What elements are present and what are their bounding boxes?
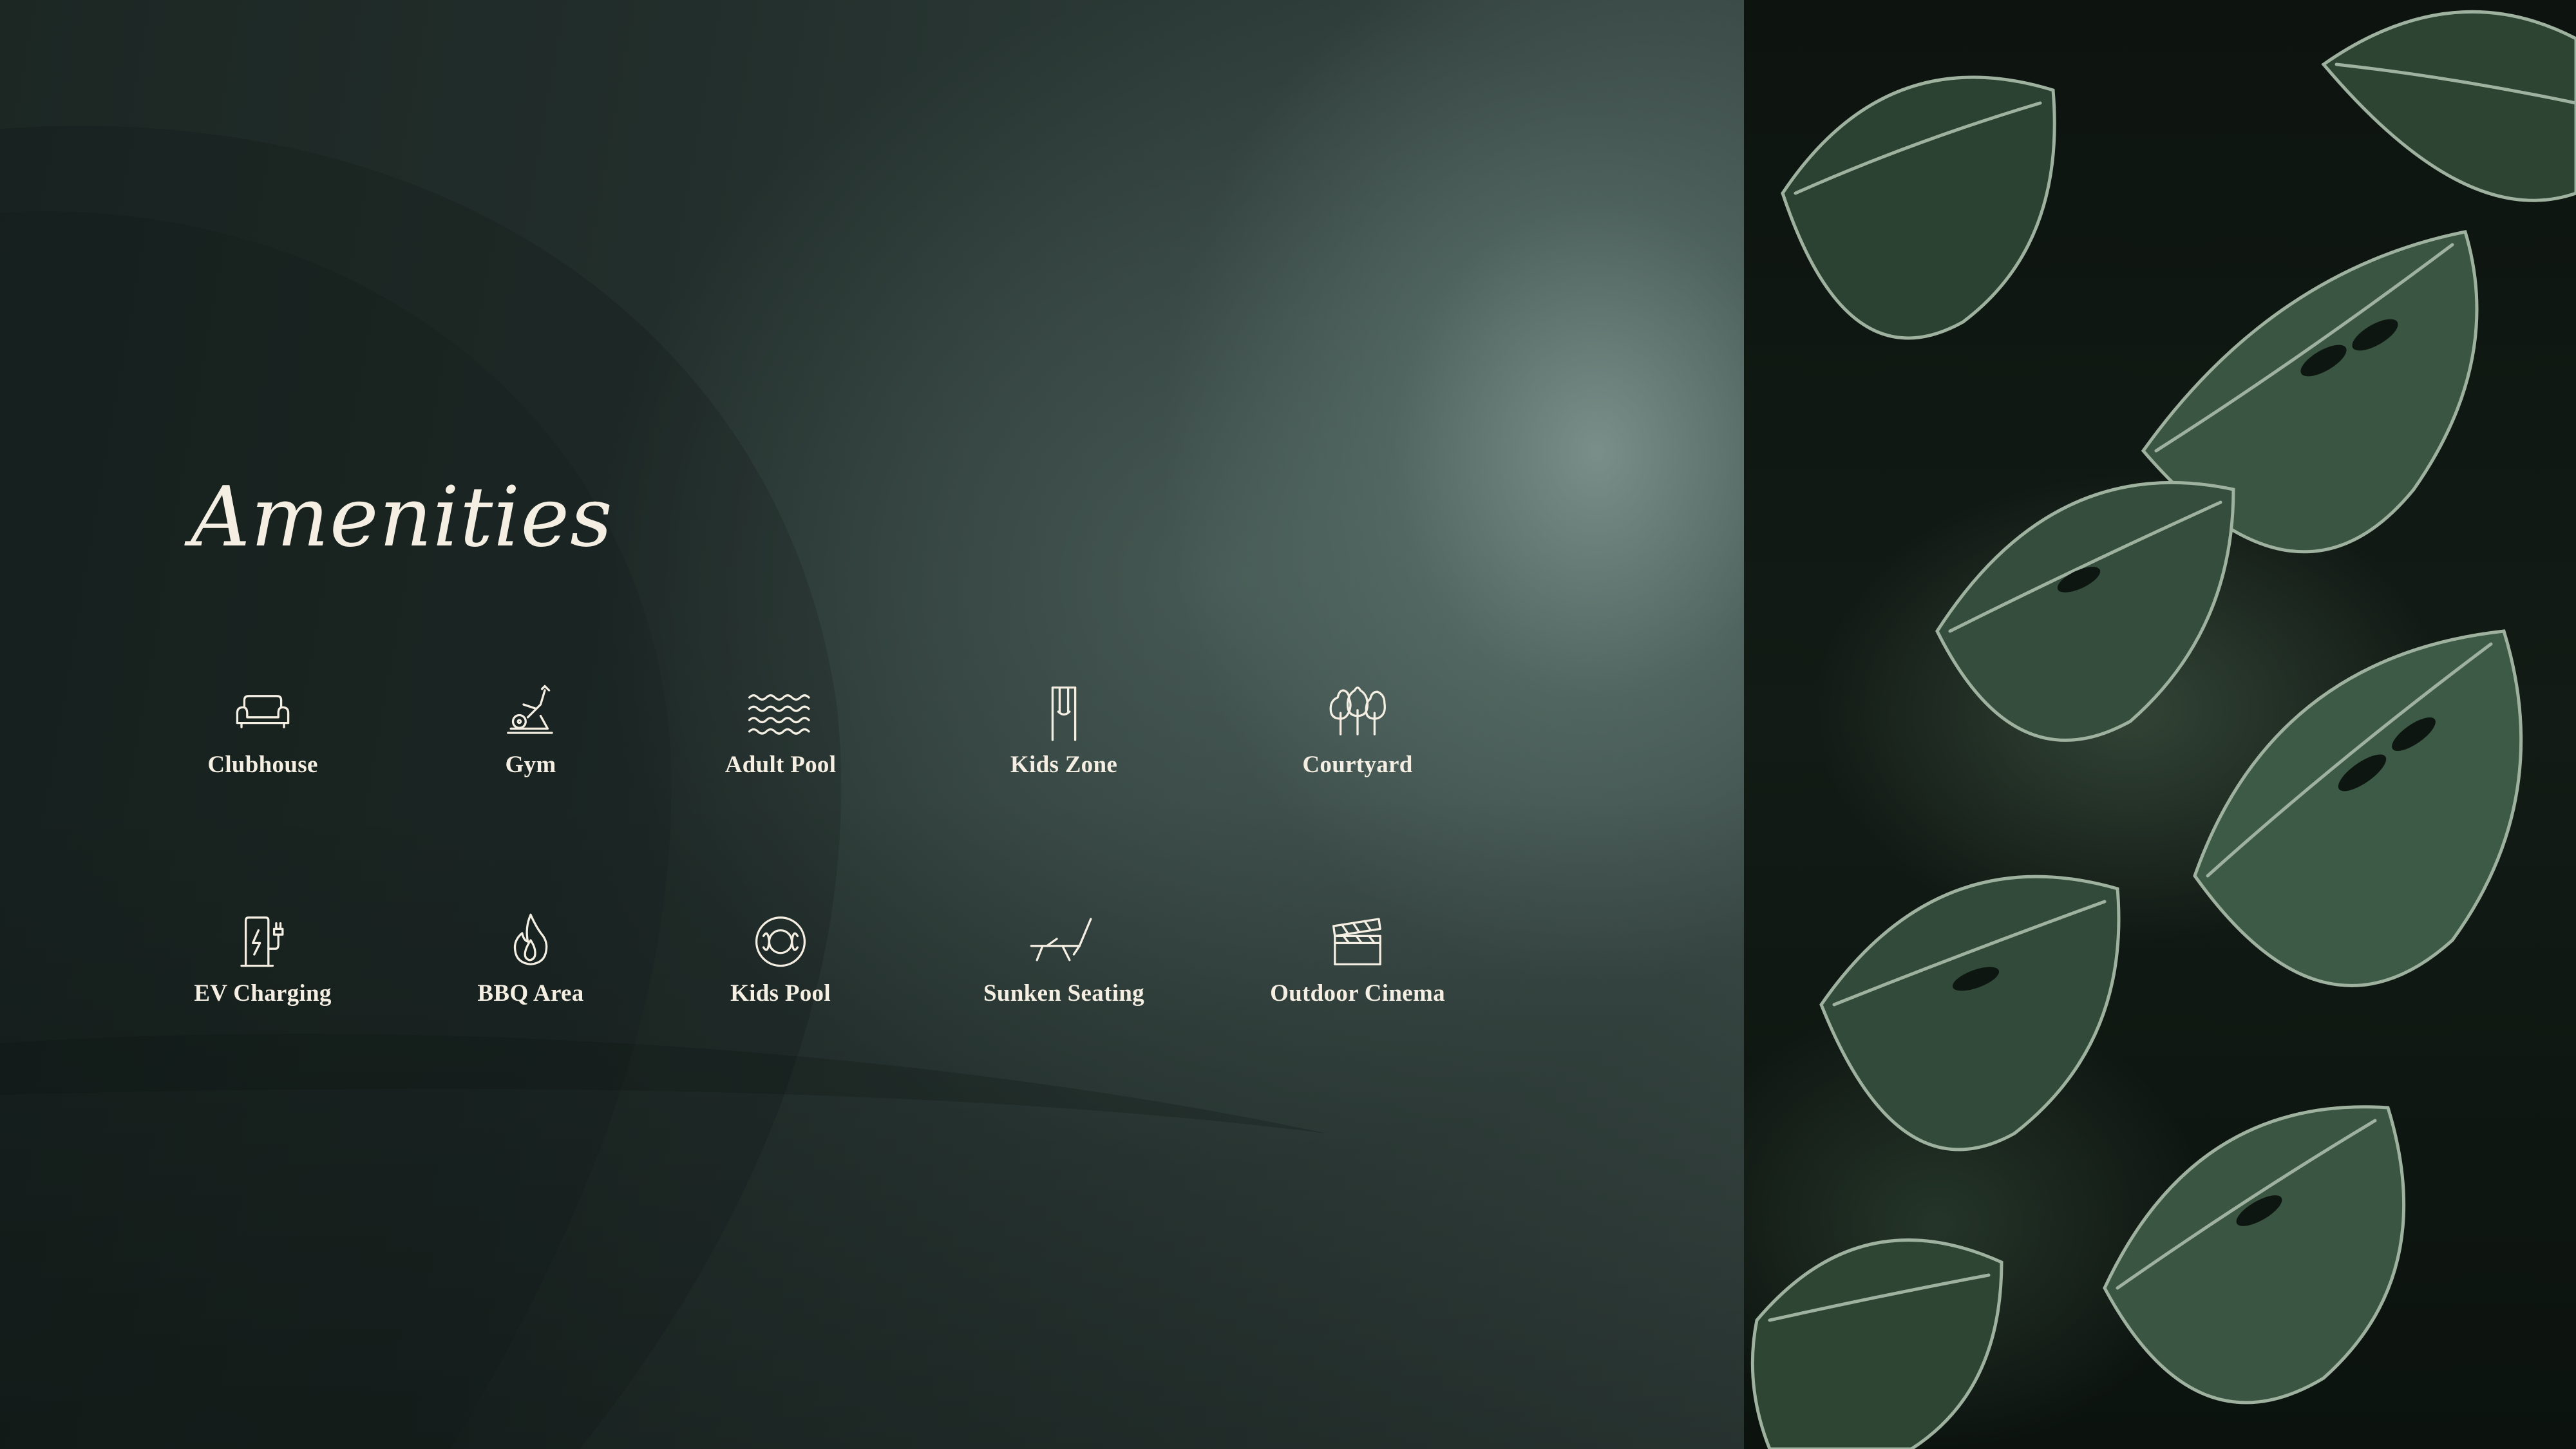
- amenity-label: EV Charging: [194, 980, 332, 1007]
- amenity-outdoor-cinema: Outdoor Cinema: [1235, 905, 1480, 1007]
- amenity-label: Courtyard: [1302, 752, 1413, 778]
- amenity-label: Sunken Seating: [983, 980, 1144, 1007]
- amenity-kids-zone: Kids Zone: [942, 676, 1186, 779]
- page-title: Amenities: [191, 469, 613, 565]
- amenity-adult-pool: Adult Pool: [658, 676, 903, 779]
- amenity-label: Gym: [505, 752, 556, 778]
- exercise-bike-icon: [495, 676, 566, 747]
- amenity-label: Adult Pool: [724, 752, 837, 778]
- amenity-bbq-area: BBQ Area: [408, 905, 653, 1007]
- clapperboard-icon: [1322, 905, 1393, 976]
- flame-icon: [495, 905, 566, 976]
- swim-ring-icon: [745, 905, 816, 976]
- monstera-leaves-photo: [1744, 0, 2576, 1449]
- sofa-icon: [227, 676, 298, 747]
- amenity-courtyard: Courtyard: [1235, 676, 1480, 779]
- amenities-slide: Amenities Clubhouse Gym Adult Pool Kids …: [0, 0, 2576, 1449]
- amenity-ev-charging: EV Charging: [140, 905, 385, 1007]
- amenity-label: Kids Pool: [730, 980, 831, 1007]
- amenity-label: Clubhouse: [207, 752, 318, 778]
- monstera-leaves-illustration: [1750, 10, 2576, 1449]
- amenity-label: Outdoor Cinema: [1270, 980, 1445, 1007]
- amenity-clubhouse: Clubhouse: [140, 676, 385, 779]
- water-waves-icon: [745, 676, 816, 747]
- amenity-gym: Gym: [408, 676, 653, 779]
- amenity-kids-pool: Kids Pool: [658, 905, 903, 1007]
- trees-icon: [1322, 676, 1393, 747]
- lounge-chair-icon: [1028, 905, 1099, 976]
- ev-charger-icon: [227, 905, 298, 976]
- amenity-sunken-seating: Sunken Seating: [942, 905, 1186, 1007]
- amenity-label: Kids Zone: [1010, 752, 1118, 778]
- swing-icon: [1028, 676, 1099, 747]
- amenity-label: BBQ Area: [477, 980, 584, 1007]
